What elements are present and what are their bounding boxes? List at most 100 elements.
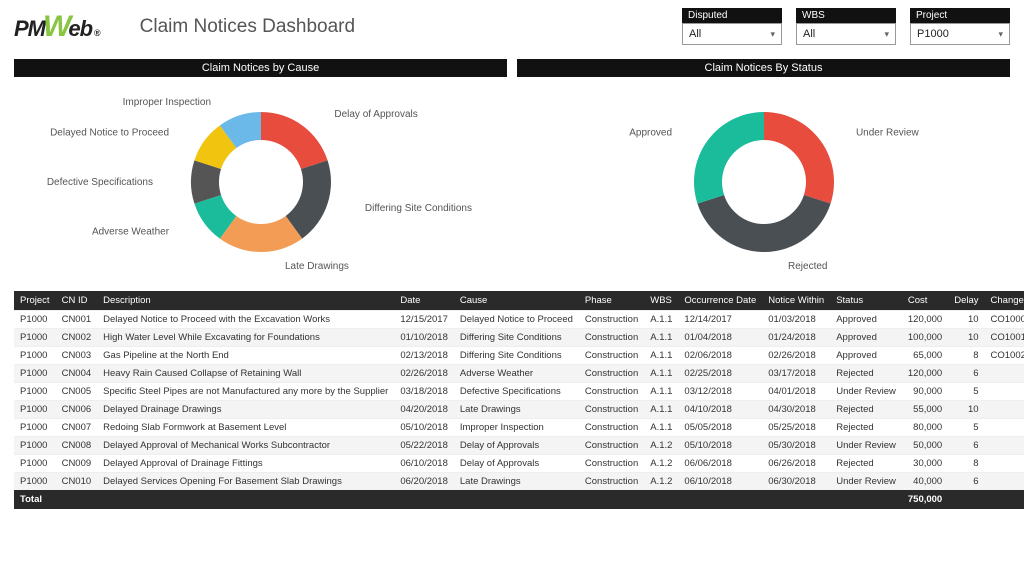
table-header-cell[interactable]: WBS [644, 291, 678, 311]
table-header-cell[interactable]: Status [830, 291, 902, 311]
table-cell: P1000 [14, 401, 56, 419]
donut-slice[interactable] [764, 112, 834, 204]
table-header-cell[interactable]: Cost [902, 291, 948, 311]
table-cell: CN010 [56, 473, 98, 491]
table-header-cell[interactable]: Delay [948, 291, 984, 311]
table-cell: 01/03/2018 [762, 311, 830, 329]
table-cell: Defective Specifications [454, 383, 579, 401]
table-row[interactable]: P1000CN010Delayed Services Opening For B… [14, 473, 1024, 491]
table-cell: Rejected [830, 401, 902, 419]
table-cell [985, 401, 1024, 419]
table-cell: 04/01/2018 [762, 383, 830, 401]
claim-table: ProjectCN IDDescriptionDateCausePhaseWBS… [14, 291, 1024, 509]
table-row[interactable]: P1000CN006Delayed Drainage Drawings04/20… [14, 401, 1024, 419]
table-cell: 05/30/2018 [762, 437, 830, 455]
table-cell: 12/15/2017 [394, 311, 454, 329]
table-cell: Late Drawings [454, 401, 579, 419]
table-header-cell[interactable]: Phase [579, 291, 644, 311]
table-cell: 01/24/2018 [762, 329, 830, 347]
table-row[interactable]: P1000CN007Redoing Slab Formwork at Basem… [14, 419, 1024, 437]
table-cell [985, 437, 1024, 455]
table-cell: 8 [948, 347, 984, 365]
table-cell: 10 [948, 329, 984, 347]
table-cell: 80,000 [902, 419, 948, 437]
table-row[interactable]: P1000CN001Delayed Notice to Proceed with… [14, 311, 1024, 329]
table-row[interactable]: P1000CN005Specific Steel Pipes are not M… [14, 383, 1024, 401]
table-header-cell[interactable]: Date [394, 291, 454, 311]
donut-label: Adverse Weather [91, 226, 169, 237]
chart-cause-donut[interactable]: Delay of ApprovalsDiffering Site Conditi… [16, 77, 506, 287]
table-cell: Delayed Notice to Proceed [454, 311, 579, 329]
table-row[interactable]: P1000CN004Heavy Rain Caused Collapse of … [14, 365, 1024, 383]
table-cell: 05/05/2018 [678, 419, 762, 437]
table-row[interactable]: P1000CN008Delayed Approval of Mechanical… [14, 437, 1024, 455]
filter-wbs-select[interactable]: All ▾ [796, 23, 896, 45]
table-cell: A.1.2 [644, 455, 678, 473]
donut-slice[interactable] [261, 112, 328, 169]
table-cell: P1000 [14, 437, 56, 455]
table-cell: P1000 [14, 455, 56, 473]
table-header-cell[interactable]: Project [14, 291, 56, 311]
table-cell: Delayed Approval of Drainage Fittings [97, 455, 394, 473]
table-cell: Delayed Drainage Drawings [97, 401, 394, 419]
table-header-cell[interactable]: Description [97, 291, 394, 311]
donut-slice[interactable] [694, 112, 764, 204]
table-cell: Differing Site Conditions [454, 329, 579, 347]
table-cell [985, 419, 1024, 437]
table-cell: Specific Steel Pipes are not Manufacture… [97, 383, 394, 401]
table-cell: Adverse Weather [454, 365, 579, 383]
table-cell: P1000 [14, 365, 56, 383]
table-cell: CN007 [56, 419, 98, 437]
table-header-cell[interactable]: Notice Within [762, 291, 830, 311]
table-cell: 01/10/2018 [394, 329, 454, 347]
total-label: Total [14, 490, 56, 509]
filter-project-select[interactable]: P1000 ▾ [910, 23, 1010, 45]
table-header-cell[interactable]: Occurrence Date [678, 291, 762, 311]
chevron-down-icon: ▾ [998, 29, 1003, 40]
filter-disputed: Disputed All ▾ [682, 8, 782, 45]
table-cell: CN008 [56, 437, 98, 455]
table-row[interactable]: P1000CN002High Water Level While Excavat… [14, 329, 1024, 347]
table-cell: 04/10/2018 [678, 401, 762, 419]
donut-label: Delay of Approvals [334, 109, 417, 120]
table-cell: 120,000 [902, 311, 948, 329]
table-cell: 02/26/2018 [394, 365, 454, 383]
table-cell: A.1.2 [644, 473, 678, 491]
chevron-down-icon: ▾ [884, 29, 889, 40]
filter-disputed-select[interactable]: All ▾ [682, 23, 782, 45]
chart-status-donut[interactable]: Under ReviewRejectedApproved [519, 77, 1009, 287]
table-header-cell[interactable]: CN ID [56, 291, 98, 311]
table-cell: 55,000 [902, 401, 948, 419]
donut-slice[interactable] [697, 195, 830, 252]
table-cell: CN005 [56, 383, 98, 401]
table-cell: A.1.1 [644, 419, 678, 437]
table-cell: 120,000 [902, 365, 948, 383]
table-cell: CO1002 [985, 347, 1024, 365]
logo-w: W [43, 10, 70, 44]
donut-label: Defective Specifications [46, 177, 152, 188]
table-cell: 06/30/2018 [762, 473, 830, 491]
donut-label: Approved [629, 128, 672, 139]
table-cell: Redoing Slab Formwork at Basement Level [97, 419, 394, 437]
table-cell: CN003 [56, 347, 98, 365]
table-cell: Improper Inspection [454, 419, 579, 437]
table-cell: A.1.1 [644, 383, 678, 401]
table-cell: P1000 [14, 311, 56, 329]
table-header-cell[interactable]: Cause [454, 291, 579, 311]
table-row[interactable]: P1000CN009Delayed Approval of Drainage F… [14, 455, 1024, 473]
table-cell: Heavy Rain Caused Collapse of Retaining … [97, 365, 394, 383]
table-cell: 03/17/2018 [762, 365, 830, 383]
table-cell: 02/13/2018 [394, 347, 454, 365]
table-cell: 03/12/2018 [678, 383, 762, 401]
filter-disputed-value: All [689, 28, 701, 40]
table-cell: CN001 [56, 311, 98, 329]
table-cell: A.1.1 [644, 311, 678, 329]
table-cell: 50,000 [902, 437, 948, 455]
filter-bar: Disputed All ▾ WBS All ▾ Project P1000 ▾ [682, 8, 1010, 45]
table-header-cell[interactable]: Change Order ID [985, 291, 1024, 311]
table-row[interactable]: P1000CN003Gas Pipeline at the North End0… [14, 347, 1024, 365]
table-cell: Under Review [830, 473, 902, 491]
table-cell: 06/10/2018 [394, 455, 454, 473]
table-cell: 02/06/2018 [678, 347, 762, 365]
table-cell: 02/25/2018 [678, 365, 762, 383]
